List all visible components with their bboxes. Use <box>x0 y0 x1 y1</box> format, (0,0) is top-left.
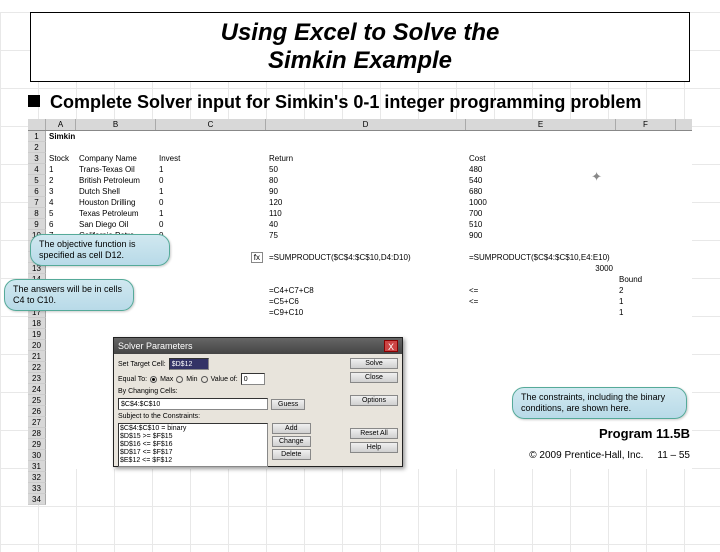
value-radio[interactable] <box>201 376 208 383</box>
footer: © 2009 Prentice-Hall, Inc.11 – 55 <box>529 450 690 461</box>
close-icon[interactable]: X <box>384 340 398 352</box>
min-radio[interactable] <box>176 376 183 383</box>
add-button[interactable]: Add <box>272 423 311 434</box>
page-title: Using Excel to Solve theSimkin Example <box>41 19 679 75</box>
constraints-list[interactable]: $C$4:$C$10 = binary $D$15 >= $F$15 $D$16… <box>118 423 268 467</box>
table-row: 85Texas Petroleum1110700 <box>28 208 692 219</box>
bullet-icon <box>28 95 40 107</box>
max-radio[interactable] <box>150 376 157 383</box>
options-button[interactable]: Options <box>350 395 398 406</box>
table-row: 74Houston Drilling01201000 <box>28 197 692 208</box>
table-row: 96San Diego Oil040510 <box>28 219 692 230</box>
guess-button[interactable]: Guess <box>271 399 305 410</box>
program-label: Program 11.5B <box>599 426 690 441</box>
slide-content: Using Excel to Solve theSimkin Example C… <box>0 12 720 469</box>
title-box: Using Excel to Solve theSimkin Example <box>30 12 690 82</box>
change-button[interactable]: Change <box>272 436 311 447</box>
changing-cells-input[interactable]: $C$4:$C$10 <box>118 398 268 410</box>
callout-objective: The objective function is specified as c… <box>30 234 170 266</box>
callout-answers: The answers will be in cells C4 to C10. <box>4 279 134 311</box>
solver-titlebar: Solver Parameters X <box>114 338 402 354</box>
excel-screenshot: ✦ A B C D E F 1Simkin 2 3StockCompany Na… <box>28 119 692 469</box>
column-headers: A B C D E F <box>28 119 692 131</box>
solve-button[interactable]: Solve <box>350 358 398 369</box>
subtitle-text: Complete Solver input for Simkin's 0-1 i… <box>50 92 641 113</box>
help-button[interactable]: Help <box>350 442 398 453</box>
delete-button[interactable]: Delete <box>272 449 311 460</box>
callout-constraints: The constraints, including the binary co… <box>512 387 687 419</box>
target-cell-input[interactable]: $D$12 <box>169 358 209 370</box>
subtitle-row: Complete Solver input for Simkin's 0-1 i… <box>28 92 692 113</box>
reset-button[interactable]: Reset All <box>350 428 398 439</box>
solver-dialog: Solver Parameters X Solve Close Options … <box>113 337 403 467</box>
table-row: 63Dutch Shell190680 <box>28 186 692 197</box>
cursor-icon: ✦ <box>591 169 602 185</box>
close-button[interactable]: Close <box>350 372 398 383</box>
